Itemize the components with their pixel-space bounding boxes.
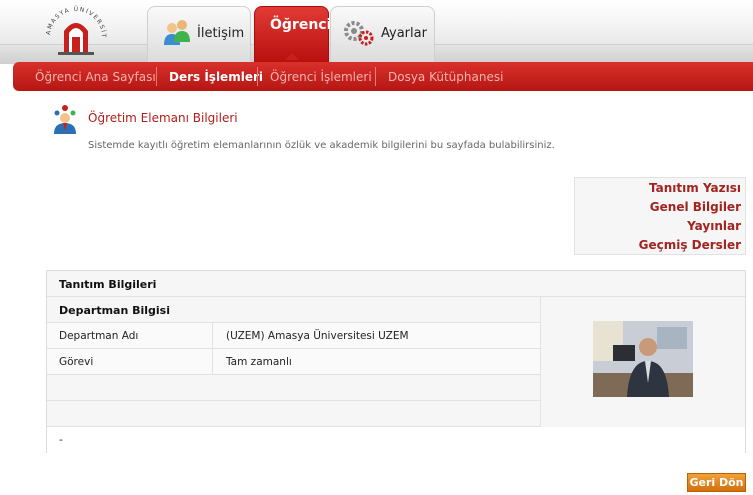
link-genel-bilgiler[interactable]: Genel Bilgiler bbox=[650, 200, 741, 214]
nav-ders-islemleri[interactable]: Ders İşlemleri bbox=[169, 70, 263, 84]
header: AMASYA ÜNİVERSİTESİ İletişim Öğrenci Aya… bbox=[0, 0, 753, 64]
nav-ogrenci-ana-sayfasi[interactable]: Öğrenci Ana Sayfası bbox=[35, 70, 156, 84]
photo-column-divider bbox=[540, 297, 541, 427]
row-label: Görevi bbox=[59, 356, 94, 368]
link-gecmis-dersler[interactable]: Geçmiş Dersler bbox=[639, 238, 741, 252]
cell-divider bbox=[212, 323, 213, 349]
contacts-icon bbox=[164, 20, 190, 45]
nav-ogrenci-islemleri[interactable]: Öğrenci İşlemleri bbox=[270, 70, 372, 84]
page-title: Öğretim Elemanı Bilgileri bbox=[88, 111, 238, 125]
nav-divider bbox=[257, 67, 258, 86]
back-button[interactable]: Geri Dön bbox=[687, 473, 746, 492]
table-row-empty bbox=[47, 375, 540, 401]
row-label: Departman Adı bbox=[59, 330, 139, 342]
tab-ogrenci[interactable]: Öğrenci bbox=[254, 6, 332, 62]
intro-row: - bbox=[47, 427, 745, 453]
tab-iletisim-label: İletişim bbox=[197, 26, 245, 41]
subsection-title: Departman Bilgisi bbox=[59, 304, 171, 317]
table-row-empty bbox=[47, 401, 540, 427]
instructor-photo bbox=[593, 321, 693, 397]
row-value: Tam zamanlı bbox=[226, 356, 292, 368]
link-tanitim-yazisi[interactable]: Tanıtım Yazısı bbox=[649, 181, 741, 195]
tab-ogrenci-label: Öğrenci bbox=[270, 17, 332, 33]
cell-divider bbox=[212, 349, 213, 375]
page-description: Sistemde kayıtlı öğretim elemanlarının ö… bbox=[88, 140, 555, 151]
tab-ayarlar-label: Ayarlar bbox=[381, 26, 427, 41]
intro-text: - bbox=[59, 434, 63, 446]
settings-gears-icon bbox=[344, 21, 374, 46]
nav-dosya-kutuphanesi[interactable]: Dosya Kütüphanesi bbox=[388, 70, 503, 84]
nav-divider bbox=[375, 67, 376, 86]
instructor-icon bbox=[54, 105, 76, 134]
sub-navigation: Öğrenci Ana Sayfası Ders İşlemleri Öğren… bbox=[13, 62, 753, 91]
table-row: Departman Adı (UZEM) Amasya Üniversitesi… bbox=[47, 323, 540, 349]
active-tab-pointer bbox=[285, 53, 299, 60]
table-row: Görevi Tam zamanlı bbox=[47, 349, 540, 375]
university-logo: AMASYA ÜNİVERSİTESİ bbox=[40, 3, 106, 55]
photo-image bbox=[593, 321, 693, 397]
subsection-header: Departman Bilgisi bbox=[47, 297, 540, 323]
section-title: Tanıtım Bilgileri bbox=[59, 278, 157, 291]
tab-iletisim[interactable]: İletişim bbox=[147, 6, 251, 62]
link-yayinlar[interactable]: Yayınlar bbox=[687, 219, 741, 233]
section-links-box: Tanıtım Yazısı Genel Bilgiler Yayınlar G… bbox=[574, 177, 746, 255]
tab-ayarlar[interactable]: Ayarlar bbox=[330, 6, 435, 62]
section-header: Tanıtım Bilgileri bbox=[47, 271, 745, 297]
row-value: (UZEM) Amasya Üniversitesi UZEM bbox=[226, 330, 409, 342]
nav-divider bbox=[156, 67, 157, 86]
